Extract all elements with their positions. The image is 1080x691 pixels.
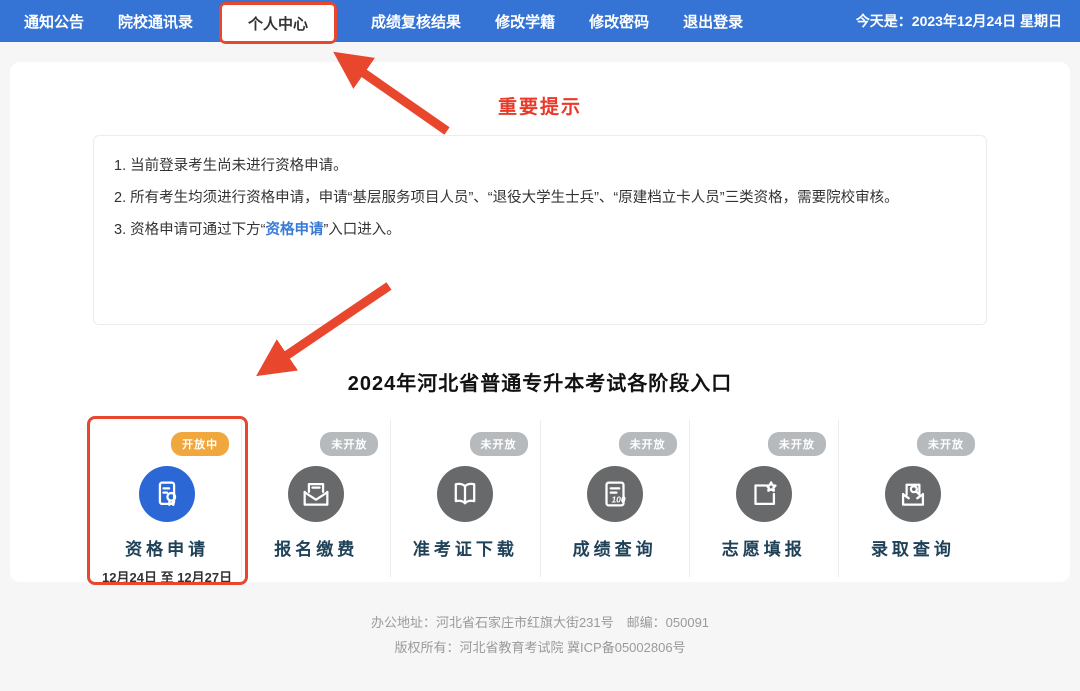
notice-box: 1. 当前登录考生尚未进行资格申请。 2. 所有考生均须进行资格申请，申请“基层…	[93, 135, 987, 325]
card-title: 录取查询	[839, 535, 987, 560]
notice-line-3-suffix: ”入口进入。	[323, 222, 400, 238]
status-badge-closed: 未开放	[320, 432, 378, 456]
status-badge-open: 开放中	[171, 432, 229, 456]
nav-item-score-review-result[interactable]: 成绩复核结果	[371, 11, 461, 32]
card-score-inquiry[interactable]: 未开放 100 成绩查询	[540, 420, 689, 577]
certificate-icon	[139, 466, 195, 522]
current-date-text: 今天是：2023年12月24日 星期日	[856, 11, 1062, 31]
notice-line-3: 3. 资格申请可通过下方“资格申请”入口进入。	[114, 214, 966, 246]
card-title: 准考证下载	[391, 535, 539, 560]
nav-item-change-password[interactable]: 修改密码	[589, 11, 649, 32]
nav-tab-personal-center[interactable]: 个人中心	[222, 5, 334, 41]
card-title: 报名缴费	[242, 535, 390, 560]
card-title: 志愿填报	[690, 535, 838, 560]
top-navigation-bar: 通知公告 院校通讯录 个人中心 成绩复核结果 修改学籍 修改密码 退出登录 今天…	[0, 0, 1080, 42]
card-title: 成绩查询	[541, 535, 689, 560]
page-footer: 办公地址：河北省石家庄市红旗大街231号 邮编：050091 版权所有：河北省教…	[0, 610, 1080, 660]
score-sheet-icon: 100	[587, 466, 643, 522]
notice-line-1: 1. 当前登录考生尚未进行资格申请。	[114, 150, 966, 182]
qualification-application-link[interactable]: 资格申请	[265, 222, 323, 238]
card-open-dates: 12月24日 至 12月27日	[93, 567, 241, 586]
nav-item-logout[interactable]: 退出登录	[683, 11, 743, 32]
card-registration-payment[interactable]: 未开放 报名缴费	[241, 420, 390, 577]
star-form-icon	[736, 466, 792, 522]
admission-search-icon	[885, 466, 941, 522]
nav-item-school-directory[interactable]: 院校通讯录	[118, 11, 193, 32]
important-notice-heading: 重要提示	[10, 62, 1070, 119]
card-qualification-application[interactable]: 开放中 资格申请 12月24日 至 12月27日	[93, 420, 241, 577]
envelope-icon	[288, 466, 344, 522]
card-preference-filling[interactable]: 未开放 志愿填报	[689, 420, 838, 577]
status-badge-closed: 未开放	[917, 432, 975, 456]
notice-line-2: 2. 所有考生均须进行资格申请，申请“基层服务项目人员”、“退役大学生士兵”、“…	[114, 182, 966, 214]
status-badge-closed: 未开放	[619, 432, 677, 456]
card-admission-ticket-download[interactable]: 未开放 准考证下载	[390, 420, 539, 577]
main-panel: 重要提示 1. 当前登录考生尚未进行资格申请。 2. 所有考生均须进行资格申请，…	[10, 62, 1070, 582]
svg-text:100: 100	[611, 495, 625, 505]
notice-line-3-prefix: 3. 资格申请可通过下方“	[114, 222, 265, 238]
nav-item-edit-student-status[interactable]: 修改学籍	[495, 11, 555, 32]
card-admission-inquiry[interactable]: 未开放 录取查询	[838, 420, 987, 577]
footer-address-line: 办公地址：河北省石家庄市红旗大街231号 邮编：050091	[0, 610, 1080, 635]
stage-entries-title: 2024年河北省普通专升本考试各阶段入口	[10, 367, 1070, 396]
nav-item-notices[interactable]: 通知公告	[24, 11, 84, 32]
stage-cards-row: 开放中 资格申请 12月24日 至 12月27日 未开放	[93, 420, 987, 577]
annotation-box-personal-center: 个人中心	[219, 2, 337, 44]
open-book-icon	[437, 466, 493, 522]
status-badge-closed: 未开放	[768, 432, 826, 456]
status-badge-closed: 未开放	[470, 432, 528, 456]
footer-copyright-line: 版权所有：河北省教育考试院 冀ICP备05002806号	[0, 635, 1080, 660]
card-title: 资格申请	[93, 535, 241, 560]
